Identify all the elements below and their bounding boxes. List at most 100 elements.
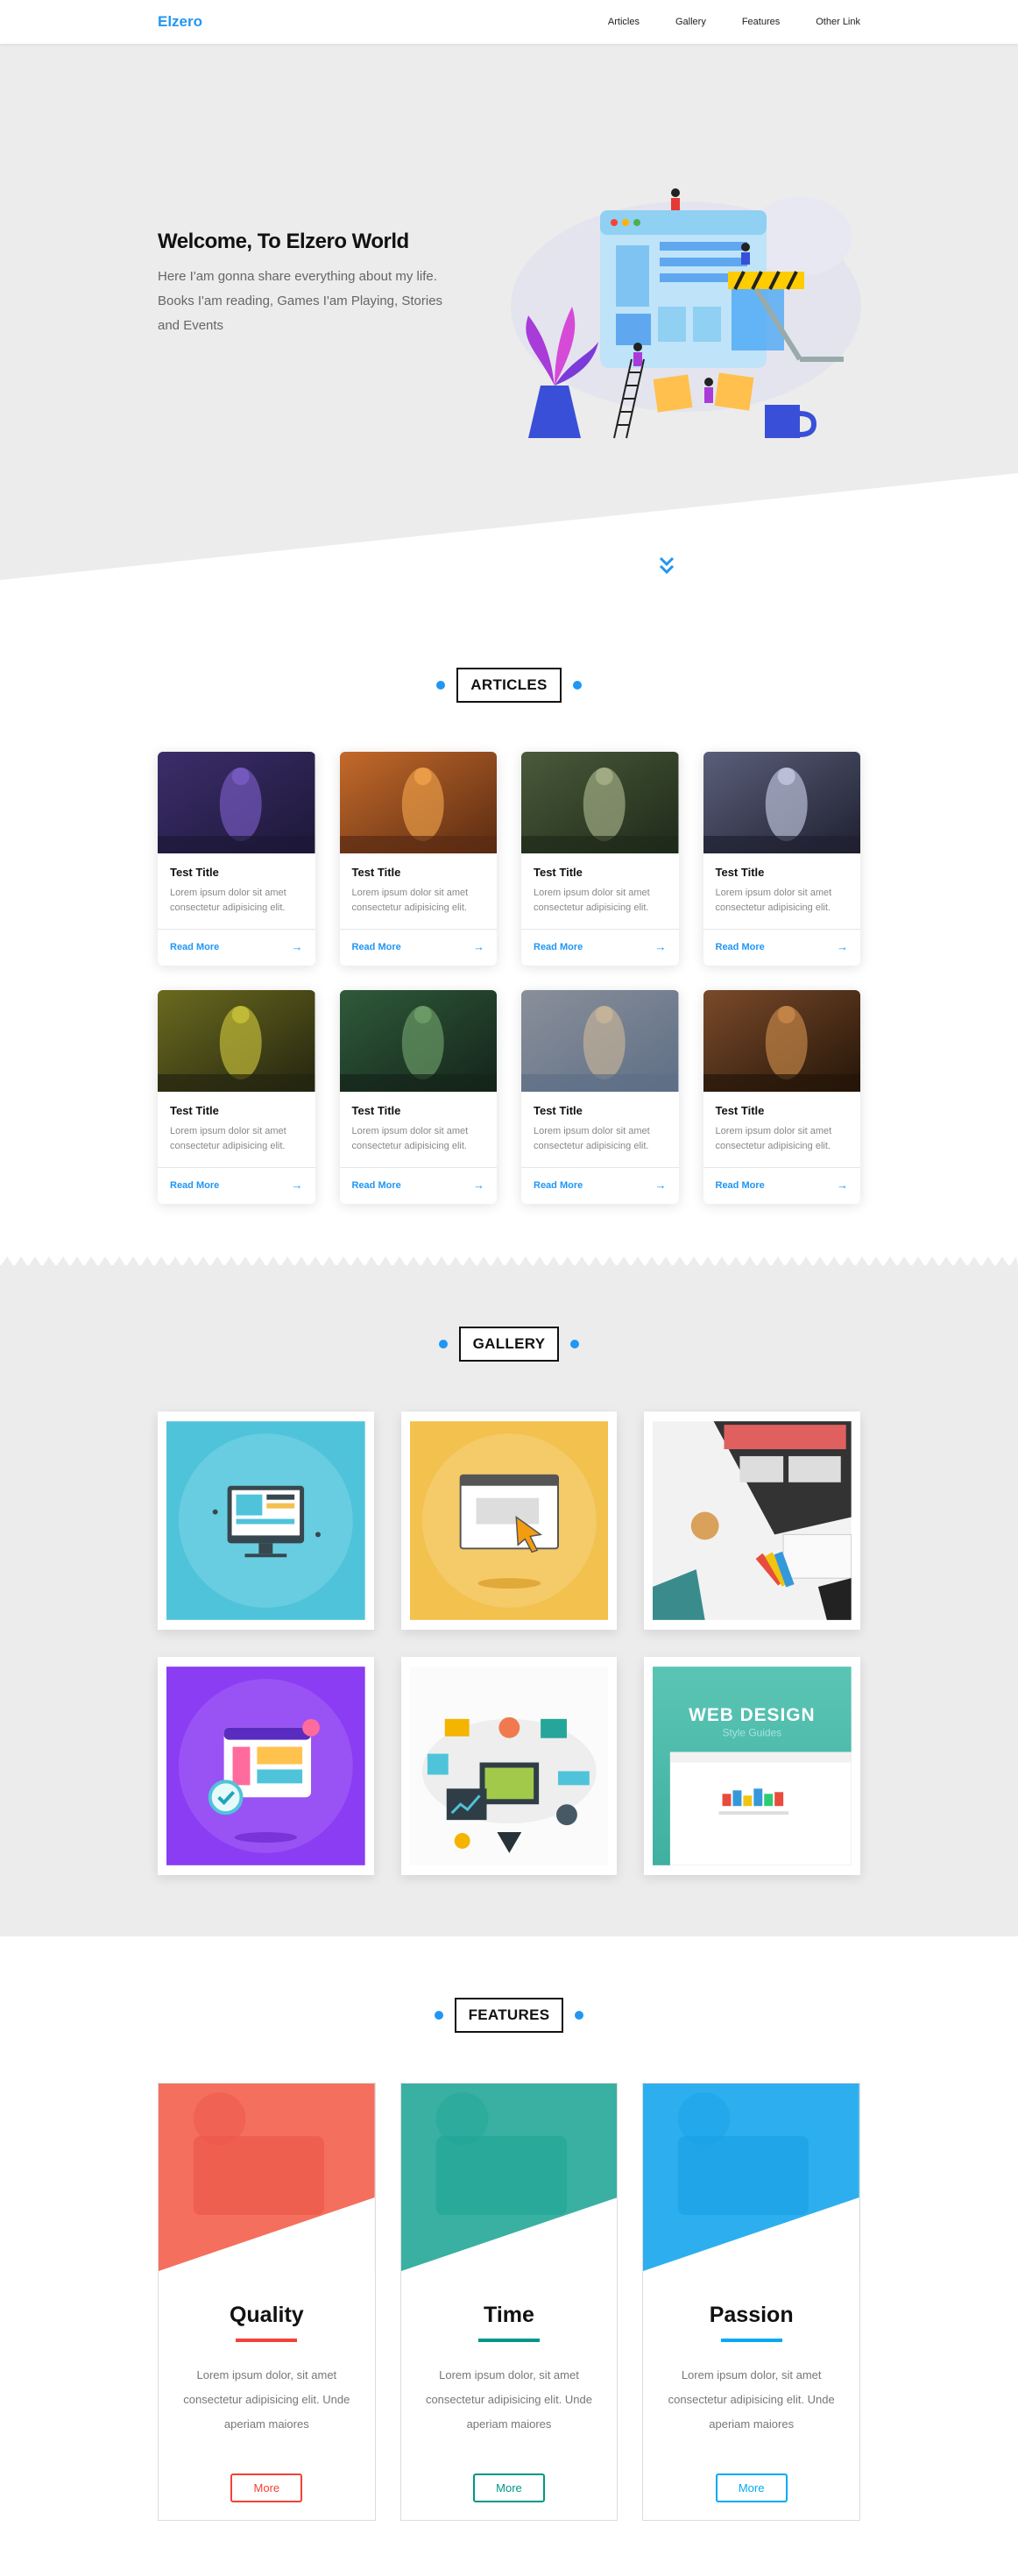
- article-image: [703, 752, 860, 853]
- article-title: Test Title: [170, 1104, 219, 1117]
- landing-title: Welcome, To Elzero World: [158, 230, 409, 253]
- article-card[interactable]: Test Title Lorem ipsum dolor sit amet co…: [339, 752, 497, 966]
- read-more-link[interactable]: Read More: [170, 942, 219, 952]
- read-more-link[interactable]: Read More: [170, 1180, 219, 1191]
- feature-more-button[interactable]: More: [230, 2473, 303, 2502]
- main-nav: Articles Gallery Features Other Link: [572, 17, 860, 27]
- gallery-item[interactable]: [158, 1412, 374, 1630]
- article-title: Test Title: [170, 866, 219, 879]
- read-more-link[interactable]: Read More: [534, 1180, 583, 1191]
- arrow-right-icon[interactable]: →: [473, 940, 484, 953]
- gallery-section: Gallery: [0, 1256, 1018, 1936]
- article-text: Lorem ipsum dolor sit amet consectetur a…: [534, 1126, 650, 1151]
- gallery-image-click: [409, 1421, 609, 1620]
- gallery-image-web-design: WEB DESIGN Style Guides: [653, 1667, 852, 1865]
- arrow-right-icon[interactable]: →: [837, 940, 848, 953]
- article-text: Lorem ipsum dolor sit amet consectetur a…: [170, 1126, 286, 1151]
- feature-text: Lorem ipsum dolor, sit amet consectetur …: [425, 2368, 593, 2431]
- articles-section: Articles Test Title Lorem ipsum dolor si…: [0, 580, 1018, 1265]
- web-design-caption: WEB DESIGN: [689, 1705, 815, 1725]
- article-card[interactable]: Test Title Lorem ipsum dolor sit amet co…: [158, 990, 315, 1204]
- article-title: Test Title: [351, 1104, 401, 1117]
- read-more-link[interactable]: Read More: [534, 942, 583, 952]
- article-image: [703, 990, 860, 1092]
- feature-text: Lorem ipsum dolor, sit amet consectetur …: [668, 2368, 835, 2431]
- read-more-link[interactable]: Read More: [716, 942, 765, 952]
- feature-text: Lorem ipsum dolor, sit amet consectetur …: [183, 2368, 350, 2431]
- feature-box: Time Lorem ipsum dolor, sit amet consect…: [399, 2083, 619, 2521]
- feature-more-button[interactable]: More: [715, 2473, 788, 2502]
- article-image: [521, 990, 679, 1092]
- article-image: [158, 990, 315, 1092]
- features-title: Features: [454, 1998, 564, 2033]
- article-card[interactable]: Test Title Lorem ipsum dolor sit amet co…: [158, 752, 315, 966]
- landing-description: Here I'am gonna share everything about m…: [158, 269, 443, 333]
- feature-image: [643, 2084, 859, 2271]
- article-title: Test Title: [715, 866, 765, 879]
- article-card[interactable]: Test Title Lorem ipsum dolor sit amet co…: [703, 990, 860, 1204]
- web-design-subcaption: Style Guides: [723, 1727, 782, 1739]
- article-image: [158, 752, 315, 853]
- arrow-right-icon[interactable]: →: [837, 1178, 848, 1192]
- gallery-image-ui-purple: [166, 1667, 365, 1865]
- landing-section: Welcome, To Elzero World Here I'am gonna…: [0, 44, 1018, 580]
- article-card[interactable]: Test Title Lorem ipsum dolor sit amet co…: [703, 752, 860, 966]
- gallery-title: Gallery: [458, 1327, 560, 1362]
- article-text: Lorem ipsum dolor sit amet consectetur a…: [351, 1126, 469, 1151]
- gallery-item[interactable]: WEB DESIGN Style Guides: [644, 1657, 860, 1875]
- feature-title: Passion: [709, 2303, 794, 2327]
- article-title: Test Title: [351, 866, 401, 879]
- article-image: [339, 752, 497, 853]
- articles-title: Articles: [456, 668, 562, 703]
- feature-box: Quality Lorem ipsum dolor, sit amet cons…: [158, 2083, 376, 2521]
- read-more-link[interactable]: Read More: [352, 942, 401, 952]
- feature-underline: [477, 2339, 540, 2342]
- gallery-item[interactable]: [400, 1412, 618, 1630]
- gallery-grid: WEB DESIGN Style Guides: [158, 1412, 860, 1875]
- nav-link-gallery[interactable]: Gallery: [675, 17, 706, 27]
- feature-underline: [720, 2339, 782, 2342]
- article-text: Lorem ipsum dolor sit amet consectetur a…: [534, 888, 650, 913]
- article-text: Lorem ipsum dolor sit amet consectetur a…: [351, 888, 469, 913]
- gallery-item[interactable]: [400, 1657, 618, 1875]
- nav-link-articles[interactable]: Articles: [608, 17, 640, 27]
- feature-image: [159, 2084, 375, 2271]
- arrow-right-icon[interactable]: →: [655, 1178, 667, 1192]
- landing-intro: Welcome, To Elzero World Here I'am gonna…: [158, 230, 466, 338]
- feature-title: Time: [484, 2303, 534, 2327]
- article-image: [339, 990, 497, 1092]
- gallery-item[interactable]: [644, 1412, 860, 1630]
- feature-underline: [236, 2339, 298, 2342]
- article-image: [521, 752, 679, 853]
- arrow-right-icon[interactable]: →: [655, 940, 667, 953]
- read-more-link[interactable]: Read More: [352, 1180, 401, 1191]
- arrow-right-icon[interactable]: →: [292, 940, 303, 953]
- articles-grid: Test Title Lorem ipsum dolor sit amet co…: [158, 752, 860, 1204]
- features-section: Features Quality Lorem ipsum dolor, sit …: [0, 1936, 1018, 2573]
- article-text: Lorem ipsum dolor sit amet consectetur a…: [715, 888, 832, 913]
- article-card[interactable]: Test Title Lorem ipsum dolor sit amet co…: [521, 752, 679, 966]
- arrow-right-icon[interactable]: →: [473, 1178, 484, 1192]
- feature-more-button[interactable]: More: [472, 2473, 545, 2502]
- scroll-down-icon[interactable]: [658, 556, 675, 577]
- read-more-link[interactable]: Read More: [716, 1180, 765, 1191]
- article-text: Lorem ipsum dolor sit amet consectetur a…: [715, 1126, 832, 1151]
- gallery-image-desk: [653, 1421, 852, 1620]
- article-card[interactable]: Test Title Lorem ipsum dolor sit amet co…: [339, 990, 497, 1204]
- gallery-image-icons: [409, 1667, 609, 1865]
- arrow-right-icon[interactable]: →: [292, 1178, 303, 1192]
- nav-link-features[interactable]: Features: [742, 17, 780, 27]
- gallery-item[interactable]: [158, 1657, 374, 1875]
- logo[interactable]: Elzero: [158, 13, 202, 31]
- article-card[interactable]: Test Title Lorem ipsum dolor sit amet co…: [521, 990, 679, 1204]
- zigzag-divider: [0, 1256, 1018, 1267]
- article-text: Lorem ipsum dolor sit amet consectetur a…: [170, 888, 286, 913]
- nav-link-other[interactable]: Other Link: [816, 17, 860, 27]
- feature-box: Passion Lorem ipsum dolor, sit amet cons…: [642, 2083, 860, 2521]
- features-grid: Quality Lorem ipsum dolor, sit amet cons…: [158, 2083, 860, 2521]
- hero-illustration: [511, 188, 861, 439]
- article-title: Test Title: [534, 1104, 583, 1117]
- site-header: Elzero Articles Gallery Features Other L…: [0, 0, 1018, 44]
- gallery-image-web-app: [166, 1421, 365, 1620]
- feature-image: [400, 2084, 618, 2271]
